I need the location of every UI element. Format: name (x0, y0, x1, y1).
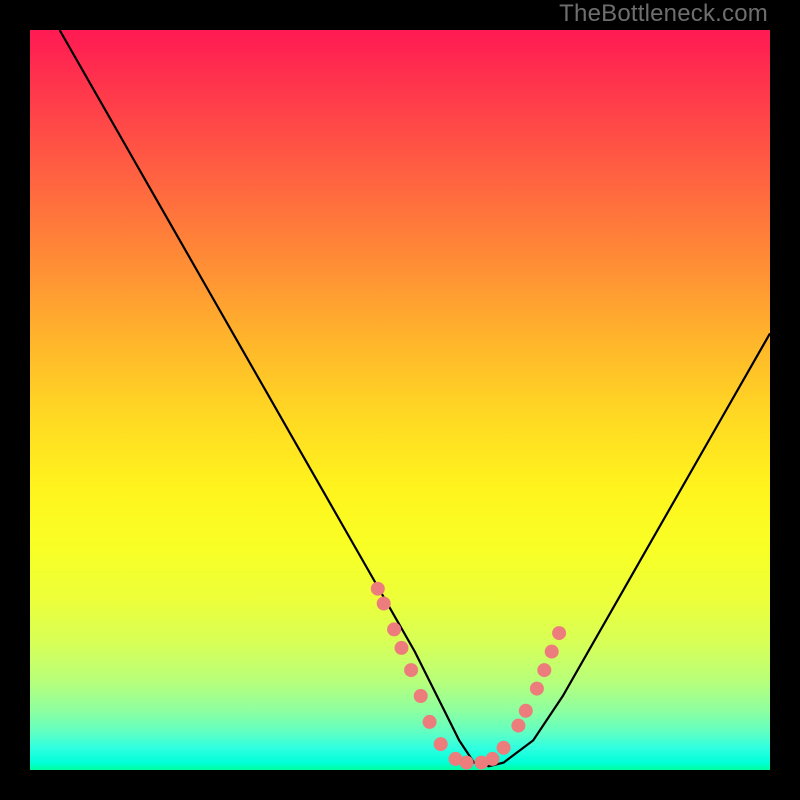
highlight-dot (395, 641, 409, 655)
highlight-dot (552, 626, 566, 640)
highlight-dot (423, 715, 437, 729)
chart-frame: TheBottleneck.com (0, 0, 800, 800)
bottleneck-curve (60, 30, 770, 766)
watermark-text: TheBottleneck.com (559, 0, 768, 28)
highlight-dot (371, 582, 385, 596)
gradient-plot-area (30, 30, 770, 770)
highlight-dot (377, 597, 391, 611)
highlight-dot (404, 663, 418, 677)
curve-layer (30, 30, 770, 770)
highlight-dot (537, 663, 551, 677)
highlight-dot (434, 737, 448, 751)
highlight-dots-group (371, 582, 566, 770)
highlight-dot (545, 645, 559, 659)
highlight-dot (460, 756, 474, 770)
highlight-dot (414, 689, 428, 703)
highlight-dot (486, 752, 500, 766)
highlight-dot (497, 741, 511, 755)
highlight-dot (530, 682, 544, 696)
highlight-dot (387, 622, 401, 636)
highlight-dot (511, 719, 525, 733)
highlight-dot (519, 704, 533, 718)
